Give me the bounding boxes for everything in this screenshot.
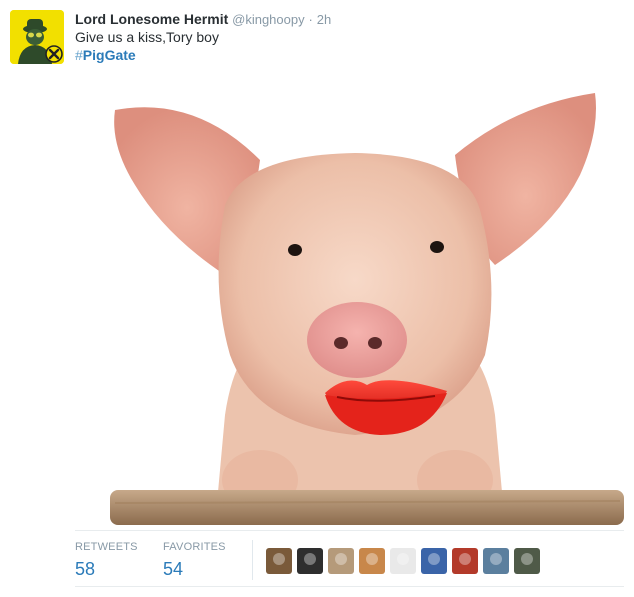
tweet-header: Lord Lonesome Hermit @kinghoopy · 2h [75, 10, 331, 29]
avatar-image [10, 10, 64, 64]
hashtag-link[interactable]: #PigGate [75, 46, 136, 64]
favoriter-avatar[interactable] [390, 548, 416, 574]
favoriter-avatar-face [335, 553, 347, 565]
hashtag-word: PigGate [82, 47, 136, 63]
favoriter-avatar[interactable] [266, 548, 292, 574]
retweets-count: 58 [75, 559, 96, 579]
pig-illustration [110, 93, 624, 525]
favorites-stat[interactable]: FAVORITES 54 [163, 541, 226, 580]
favoriter-avatar-face [304, 553, 316, 565]
favoriter-avatar[interactable] [452, 548, 478, 574]
author-name[interactable]: Lord Lonesome Hermit [75, 11, 228, 27]
favoriter-avatar-face [459, 553, 471, 565]
tweet: Lord Lonesome Hermit @kinghoopy · 2h Giv… [0, 0, 634, 597]
favoriter-avatar-face [490, 553, 502, 565]
retweets-label: RETWEETS [75, 541, 138, 553]
favoriter-avatar-face [273, 553, 285, 565]
favoriter-avatar-face [428, 553, 440, 565]
avatar[interactable] [10, 10, 64, 64]
tweet-timestamp[interactable]: 2h [317, 12, 331, 27]
tweet-text: Give us a kiss,Tory boy [75, 29, 219, 45]
favoriter-avatar[interactable] [514, 548, 540, 574]
author-handle[interactable]: @kinghoopy [232, 12, 304, 27]
favoriter-avatar[interactable] [328, 548, 354, 574]
favoriter-avatar[interactable] [483, 548, 509, 574]
meta-separator: · [308, 12, 313, 27]
favoriter-avatar[interactable] [359, 548, 385, 574]
favoriter-avatar-face [397, 553, 409, 565]
stats-separator [252, 540, 253, 580]
favoriter-avatar-face [521, 553, 533, 565]
favoriter-avatar[interactable] [297, 548, 323, 574]
stats-divider-bottom [75, 586, 624, 587]
hashtag-symbol: # [75, 47, 83, 63]
tweet-media-image[interactable] [75, 85, 624, 525]
stats-divider-top [75, 530, 624, 531]
favorites-count: 54 [163, 559, 184, 579]
favorites-label: FAVORITES [163, 541, 226, 553]
favoriter-avatar[interactable] [421, 548, 447, 574]
retweets-stat[interactable]: RETWEETS 58 [75, 541, 138, 580]
favoriter-avatar-face [366, 553, 378, 565]
